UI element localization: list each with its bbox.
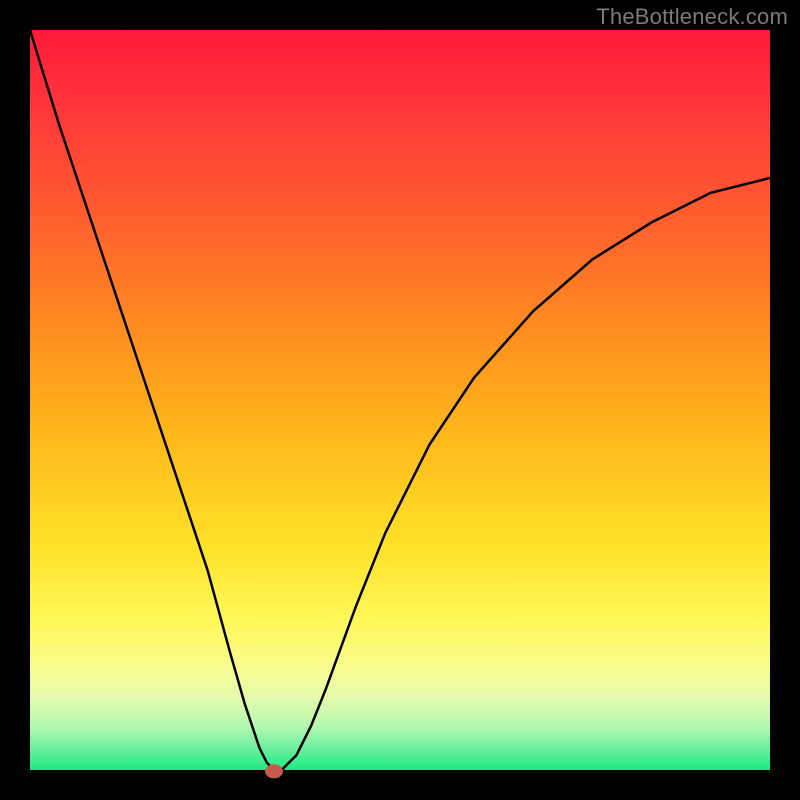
watermark-text: TheBottleneck.com — [596, 4, 788, 30]
bottleneck-curve — [30, 30, 770, 770]
optimum-marker — [265, 764, 283, 778]
chart-frame: TheBottleneck.com — [0, 0, 800, 800]
plot-area — [30, 30, 770, 770]
